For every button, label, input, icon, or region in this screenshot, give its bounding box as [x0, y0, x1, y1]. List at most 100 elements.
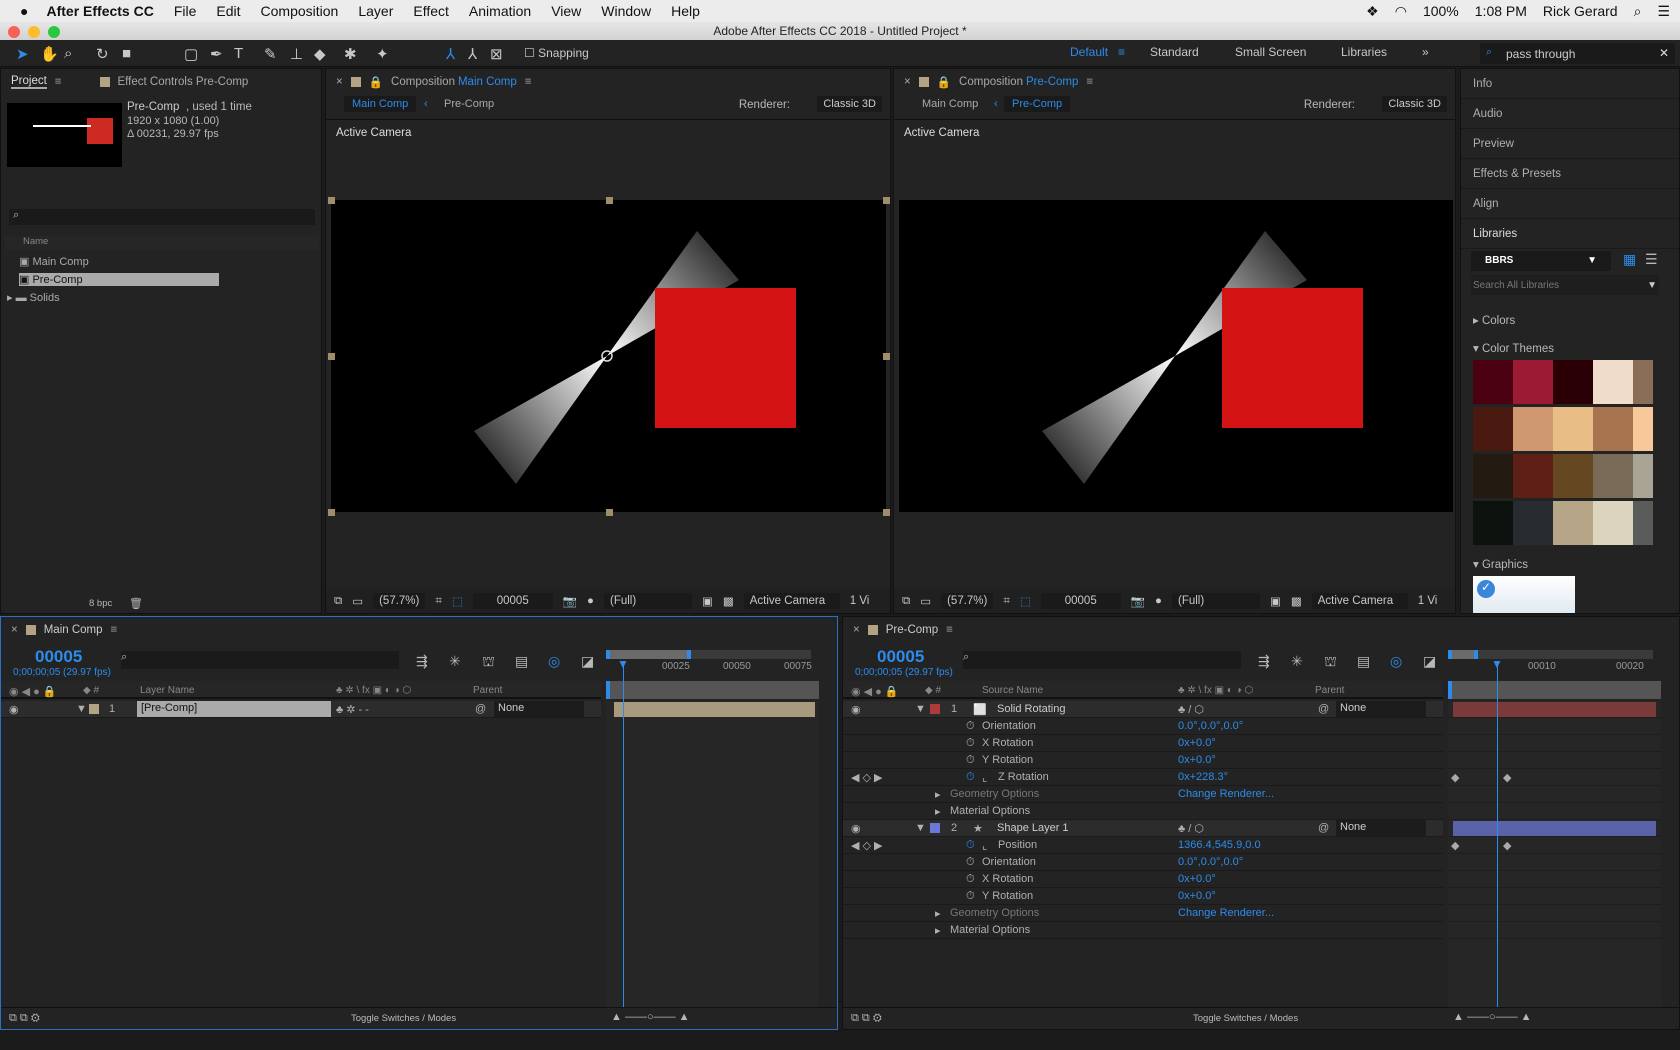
layer-handle[interactable] — [328, 197, 335, 204]
color-theme[interactable] — [1473, 454, 1653, 498]
layer-handle[interactable] — [605, 509, 613, 516]
expand-triangle-icon[interactable]: ▸ — [935, 788, 941, 801]
property-value[interactable]: 1366.4,545.9,0.0 — [1178, 839, 1261, 851]
light-beam-shape[interactable] — [331, 200, 886, 512]
layer-handle[interactable] — [883, 353, 890, 360]
keyframe-icon[interactable]: ◆ — [1451, 771, 1459, 784]
property-value[interactable]: Change Renderer... — [1178, 788, 1274, 800]
property-row[interactable]: ⏱ Orientation 0.0°,0.0°,0.0° — [843, 854, 1443, 871]
render-time-icon[interactable]: ⧉ ⧉ ⚙ — [851, 1012, 882, 1025]
monitor-icon[interactable]: ▭ — [352, 594, 363, 608]
pen-tool-icon[interactable]: ✒ — [210, 45, 223, 63]
rectangle-tool-icon[interactable]: ▢ — [184, 45, 198, 63]
property-row[interactable]: ⏱ Y Rotation 0x+0.0° — [843, 888, 1443, 905]
panel-menu-icon[interactable]: ≡ — [1086, 76, 1093, 88]
current-time-field[interactable]: 00005 — [1040, 593, 1121, 609]
zoom-window-button[interactable] — [48, 26, 60, 38]
shy-layers-icon[interactable]: ⛫ — [1324, 653, 1337, 672]
resolution-select[interactable]: (Full) — [604, 593, 692, 609]
property-value[interactable]: 0x+228.3° — [1178, 771, 1228, 783]
region-of-interest-icon[interactable]: ▣ — [1270, 594, 1281, 608]
project-search-input[interactable]: ⌕ — [9, 209, 315, 225]
stopwatch-icon[interactable]: ⏱ — [966, 737, 975, 750]
panel-preview[interactable]: Preview — [1461, 129, 1679, 159]
zoom-tool-icon[interactable]: ⌕ — [64, 45, 72, 62]
close-tab-icon[interactable]: × — [904, 76, 911, 88]
camera-tool-icon[interactable]: ■ — [122, 45, 131, 62]
property-row[interactable]: ▸ Material Options — [843, 922, 1443, 939]
clock[interactable]: 1:08 PM — [1475, 3, 1527, 19]
tab-comp-name[interactable]: Pre-Comp — [1026, 76, 1078, 88]
playhead-icon[interactable]: ▼ — [1491, 657, 1503, 671]
menu-help[interactable]: Help — [671, 3, 700, 19]
panel-effects-presets[interactable]: Effects & Presets — [1461, 159, 1679, 189]
motion-blur-icon[interactable]: ◎ — [548, 653, 560, 670]
red-solid[interactable] — [1222, 288, 1363, 428]
breadcrumb-pre-comp[interactable]: Pre-Comp — [1004, 96, 1071, 112]
draft-3d-icon[interactable]: ✳ — [1291, 653, 1303, 670]
current-time-display[interactable]: 00005 — [35, 647, 82, 667]
selection-tool-icon[interactable]: ➤ — [16, 45, 29, 63]
comp-flowchart-icon[interactable]: ⇶ — [416, 653, 428, 670]
panel-menu-icon[interactable]: ≡ — [111, 624, 118, 636]
always-preview-icon[interactable]: ⧉ — [334, 595, 342, 608]
panel-info[interactable]: Info — [1461, 69, 1679, 99]
time-navigator-handle[interactable] — [1448, 650, 1478, 659]
grid-guides-icon[interactable]: ⌗ — [1003, 595, 1009, 608]
clear-search-icon[interactable]: ✕ — [1659, 46, 1669, 60]
property-row[interactable]: ⏱ Y Rotation 0x+0.0° — [843, 752, 1443, 769]
parent-select[interactable]: None — [1336, 701, 1426, 717]
render-time-icon[interactable]: ⧉ ⧉ ⚙ — [9, 1012, 40, 1025]
minimize-window-button[interactable] — [28, 26, 40, 38]
breadcrumb-main-comp[interactable]: Main Comp — [914, 96, 986, 112]
transparency-grid-icon[interactable]: ▩ — [723, 594, 734, 608]
view-layout-select[interactable]: 1 Vi — [1418, 595, 1438, 607]
pickwhip-icon[interactable]: @ — [1318, 703, 1329, 715]
renderer-button[interactable]: Classic 3D — [1382, 96, 1447, 112]
tab-comp-name[interactable]: Main Comp — [44, 624, 103, 636]
wifi-icon[interactable]: ◠ — [1395, 3, 1407, 20]
property-row[interactable]: ▸ Geometry Options Change Renderer... — [843, 786, 1443, 803]
camera-select[interactable]: Active Camera — [743, 593, 840, 609]
tab-effect-controls[interactable]: Effect Controls Pre-Comp — [118, 76, 249, 88]
frame-blending-icon[interactable]: ▤ — [515, 653, 528, 670]
project-item-main-comp[interactable]: ▣ Main Comp — [19, 255, 89, 268]
layer-handle[interactable] — [328, 509, 335, 516]
property-value[interactable]: 0.0°,0.0°,0.0° — [1178, 720, 1243, 732]
graph-editor-icon[interactable]: ◪ — [581, 653, 594, 670]
menu-effect[interactable]: Effect — [413, 3, 449, 19]
property-value[interactable]: 0x+0.0° — [1178, 890, 1216, 902]
light-beam-shape[interactable] — [899, 200, 1453, 512]
parent-header[interactable]: Parent — [1315, 685, 1344, 696]
roto-tool-icon[interactable]: ✱ — [344, 45, 357, 63]
layer-row[interactable]: ◉ ▼ 1 ⬜ Solid Rotating ♣ / ⬡ @ None — [843, 701, 1443, 718]
user-name[interactable]: Rick Gerard — [1543, 3, 1618, 19]
menu-file[interactable]: File — [174, 3, 197, 19]
parent-header[interactable]: Parent — [473, 685, 502, 696]
playhead-line[interactable] — [623, 661, 624, 1007]
label-color[interactable] — [930, 704, 940, 714]
rotate-tool-icon[interactable]: ↻ — [96, 45, 109, 63]
snapping-toggle[interactable]: ☐ Snapping — [524, 46, 589, 60]
pickwhip-icon[interactable]: @ — [1318, 822, 1329, 834]
renderer-button[interactable]: Classic 3D — [817, 96, 882, 112]
expand-triangle-icon[interactable]: ▼ — [915, 703, 926, 715]
library-search-input[interactable]: Search All Libraries ▼ — [1471, 275, 1659, 295]
motion-blur-icon[interactable]: ◎ — [1390, 653, 1402, 670]
property-value[interactable]: 0x+0.0° — [1178, 873, 1216, 885]
playhead-line[interactable] — [1497, 661, 1498, 1007]
layer-name-header[interactable]: Layer Name — [140, 685, 194, 696]
layer-handle[interactable] — [883, 509, 890, 516]
tab-project[interactable]: Project — [11, 75, 47, 89]
close-window-button[interactable] — [8, 26, 20, 38]
help-search-input[interactable]: ⌕ pass through ✕ — [1480, 43, 1675, 64]
work-area-bar[interactable] — [606, 681, 819, 699]
layer-search-input[interactable]: ⌕ — [121, 651, 399, 669]
workspace-menu-icon[interactable]: ≡ — [1118, 45, 1125, 59]
expand-triangle-icon[interactable]: ▼ — [76, 703, 87, 715]
current-time-display[interactable]: 00005 — [877, 647, 924, 667]
channel-icon[interactable]: ● — [1155, 595, 1162, 607]
lock-icon[interactable]: 🔒 — [937, 75, 951, 89]
puppet-tool-icon[interactable]: ✦ — [376, 45, 389, 63]
snapshot-icon[interactable]: 📷 — [1131, 594, 1145, 608]
